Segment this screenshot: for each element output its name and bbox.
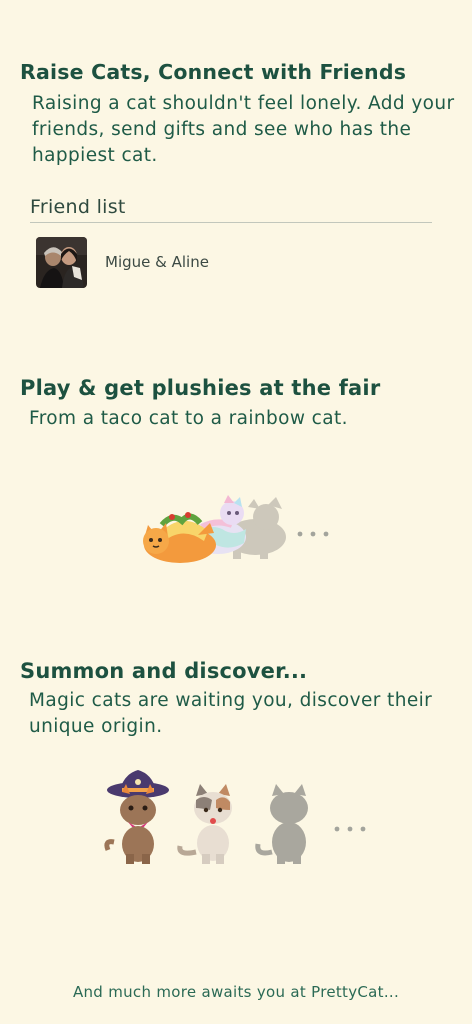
fair-section-text: From a taco cat to a rainbow cat. (29, 408, 348, 429)
witch-cat-icon (104, 770, 169, 864)
magic-cats-showcase (100, 770, 380, 870)
summon-section-text: Magic cats are waiting you, discover the… (29, 690, 433, 737)
more-dots-icon (334, 826, 366, 832)
taco-cat-plushie-icon (143, 512, 216, 563)
friend-name: Migue & Aline (105, 253, 209, 271)
plushie-showcase (138, 495, 338, 567)
calico-cat-icon (177, 784, 232, 864)
friend-list-label: Friend list (30, 196, 126, 218)
summon-section-heading: Summon and discover... (20, 659, 308, 683)
social-section-text: Raising a cat shouldn't feel lonely. Add… (32, 93, 455, 166)
locked-cat-silhouette-icon (255, 784, 308, 864)
friend-list-item[interactable]: Migue & Aline (36, 236, 336, 288)
friend-list-divider (30, 222, 432, 223)
avatar[interactable] (36, 236, 87, 288)
fair-section-heading: Play & get plushies at the fair (20, 376, 381, 400)
footer-text: And much more awaits you at PrettyCat... (72, 983, 400, 1001)
social-section-heading: Raise Cats, Connect with Friends (20, 60, 407, 84)
more-dots-icon (297, 531, 329, 537)
